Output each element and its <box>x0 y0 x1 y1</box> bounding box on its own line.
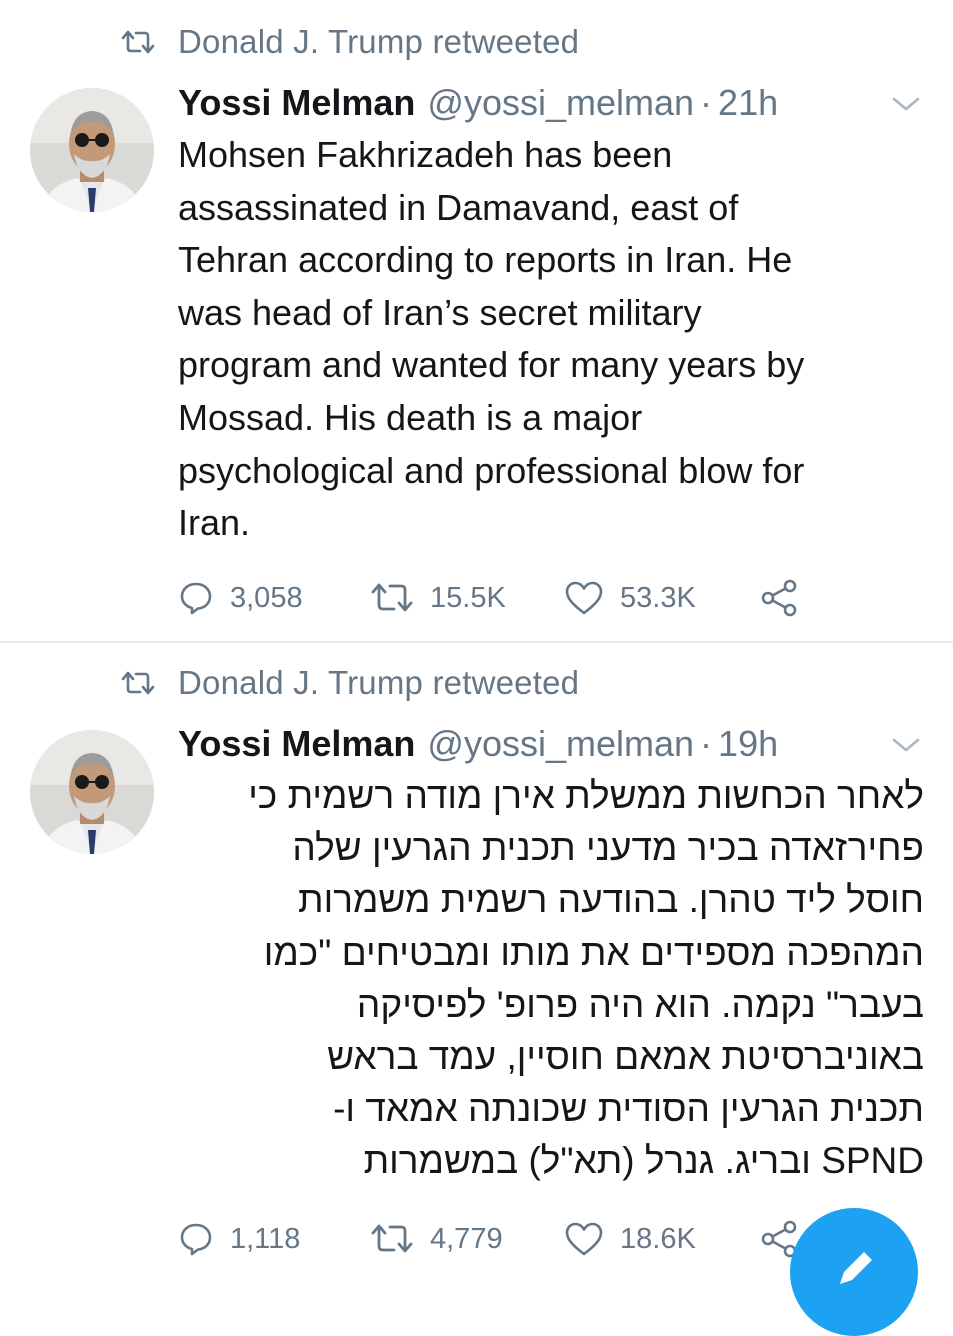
reply-count: 3,058 <box>230 581 303 614</box>
reply-button[interactable]: 1,118 <box>178 1217 300 1261</box>
retweet-context: Donald J. Trump retweeted <box>120 661 579 705</box>
retweet-context-label: Donald J. Trump retweeted <box>178 664 580 701</box>
share-icon <box>761 579 797 617</box>
tweet-header: Yossi Melman @yossi_melman · 21h <box>178 80 778 126</box>
share-button[interactable] <box>760 576 800 620</box>
reply-button[interactable]: 3,058 <box>178 576 303 620</box>
avatar-image <box>30 88 154 212</box>
compose-button[interactable] <box>790 1208 918 1336</box>
separator-dot: · <box>700 82 713 123</box>
author-name[interactable]: Yossi Melman <box>178 82 415 124</box>
tweet-header: Yossi Melman @yossi_melman · 19h <box>178 721 778 767</box>
like-button[interactable]: 53.3K <box>564 576 696 620</box>
tweet-card[interactable]: Donald J. Trump retweeted Yossi Melman @… <box>0 0 953 641</box>
tweet-timestamp[interactable]: 21h <box>718 82 778 124</box>
compose-icon <box>840 1252 872 1284</box>
retweet-icon <box>371 583 413 612</box>
heart-icon <box>565 581 603 615</box>
author-name[interactable]: Yossi Melman <box>178 723 415 765</box>
tweet-timestamp[interactable]: 19h <box>718 723 778 765</box>
author-handle[interactable]: @yossi_melman <box>427 723 694 765</box>
retweet-context-label: Donald J. Trump retweeted <box>178 23 580 60</box>
like-button[interactable]: 18.6K <box>564 1217 696 1261</box>
retweet-count: 15.5K <box>430 581 506 614</box>
retweet-context: Donald J. Trump retweeted <box>120 20 579 64</box>
chevron-down-icon[interactable] <box>890 735 922 755</box>
reply-icon <box>180 1223 212 1256</box>
avatar[interactable] <box>30 730 154 854</box>
separator-dot: · <box>700 723 713 764</box>
tweet-actions: 3,058 15.5K 53.3K <box>178 576 818 620</box>
tweet-actions: 1,118 4,779 18.6K <box>178 1217 818 1261</box>
reply-icon <box>180 582 212 615</box>
retweet-icon <box>371 1224 413 1253</box>
retweet-button[interactable]: 4,779 <box>370 1217 503 1261</box>
reply-count: 1,118 <box>230 1222 301 1255</box>
tweet-text: Mohsen Fakhrizadeh has been assassinated… <box>178 134 805 544</box>
tweet-text: לאחר הכחשות ממשלת אירן מודה רשמית כי פחי… <box>248 775 924 1182</box>
tweet-card[interactable]: Donald J. Trump retweeted Yossi Melman @… <box>0 641 953 1282</box>
retweet-icon <box>121 30 155 54</box>
author-handle[interactable]: @yossi_melman <box>427 82 694 124</box>
retweet-button[interactable]: 15.5K <box>370 576 506 620</box>
retweet-icon <box>121 671 155 695</box>
avatar-image <box>30 730 154 854</box>
like-count: 53.3K <box>620 581 696 614</box>
like-count: 18.6K <box>620 1222 696 1255</box>
chevron-down-icon[interactable] <box>890 94 922 114</box>
heart-icon <box>565 1222 603 1256</box>
avatar[interactable] <box>30 88 154 212</box>
retweet-count: 4,779 <box>430 1222 503 1255</box>
